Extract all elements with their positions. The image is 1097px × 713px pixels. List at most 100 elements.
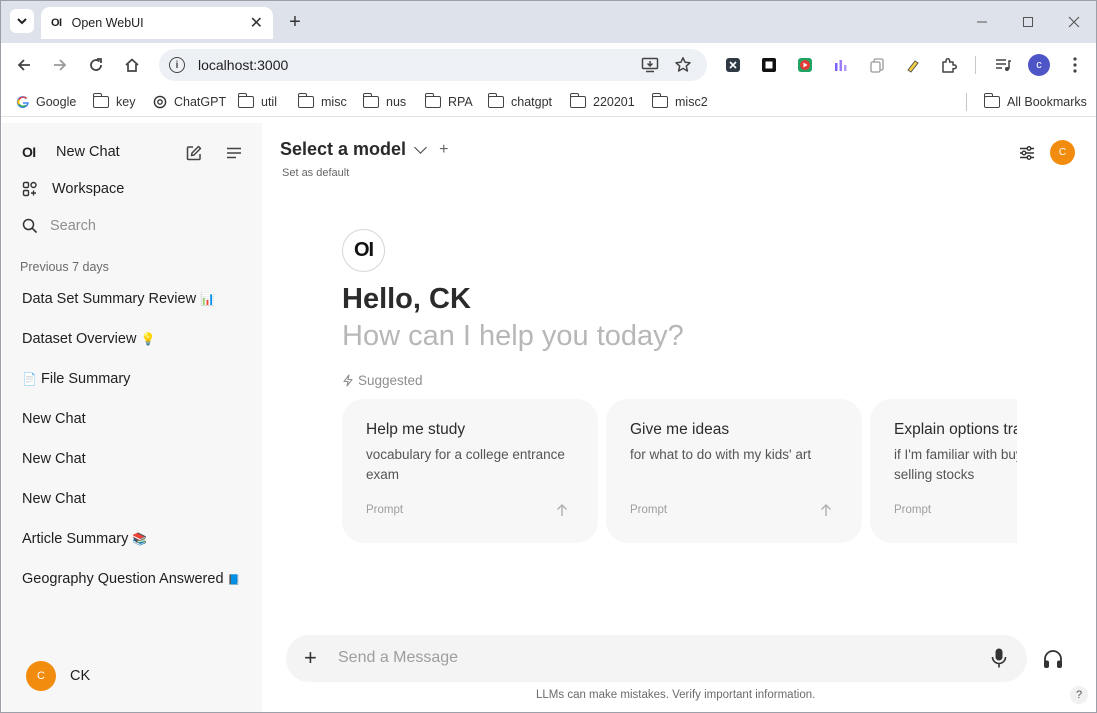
model-selector[interactable]: Select a model + xyxy=(280,139,448,160)
search-input[interactable]: Search xyxy=(22,218,96,234)
minimize-button[interactable] xyxy=(971,11,993,33)
bookmark-label: RPA xyxy=(448,95,473,109)
puzzle-extensions-icon[interactable] xyxy=(940,56,958,74)
headphones-icon[interactable] xyxy=(1042,648,1064,670)
new-tab-button[interactable]: + xyxy=(285,9,305,35)
tab-search-button[interactable] xyxy=(10,9,34,33)
folder-icon xyxy=(983,93,1000,108)
bookmark-folder-nus[interactable]: nus xyxy=(362,93,406,110)
maximize-button[interactable] xyxy=(1017,11,1039,33)
help-button[interactable]: ? xyxy=(1070,686,1088,704)
chat-item-article-summary[interactable]: Article Summary 📚 xyxy=(22,531,147,547)
message-input[interactable]: Send a Message xyxy=(338,649,458,667)
bookmark-chatgpt[interactable]: ChatGPT xyxy=(153,94,226,110)
x-extension-icon[interactable] xyxy=(724,56,742,74)
close-window-button[interactable] xyxy=(1063,11,1085,33)
section-label-previous-7-days: Previous 7 days xyxy=(20,260,109,274)
folder-icon xyxy=(297,93,314,108)
chat-item-new-chat[interactable]: New Chat xyxy=(22,411,86,427)
reload-button[interactable] xyxy=(84,53,108,77)
user-name: CK xyxy=(70,668,91,684)
card-footer-prompt: Prompt xyxy=(894,504,932,516)
forward-button[interactable] xyxy=(48,53,72,77)
chat-item-geography-question-answered[interactable]: Geography Question Answered 📘 xyxy=(22,571,240,587)
tab-close-icon[interactable]: ✕ xyxy=(250,13,263,33)
arrow-right-icon xyxy=(54,59,67,71)
back-button[interactable] xyxy=(12,53,36,77)
bookmark-label: 220201 xyxy=(593,95,635,109)
bookmark-google[interactable]: Google xyxy=(16,94,76,110)
url-text[interactable]: localhost:3000 xyxy=(198,57,288,73)
chat-item-new-chat[interactable]: New Chat xyxy=(22,451,86,467)
suggestion-card-help-me-study[interactable]: Help me study vocabulary for a college e… xyxy=(342,399,598,543)
card-description: vocabulary for a college entrance exam xyxy=(366,447,565,482)
folder-icon xyxy=(569,93,586,108)
highlighter-extension-icon[interactable] xyxy=(904,56,922,74)
book-emoji-icon: 📘 xyxy=(227,575,240,586)
profile-avatar[interactable]: c xyxy=(1028,54,1050,76)
home-button[interactable] xyxy=(120,53,144,77)
video-extension-icon[interactable] xyxy=(796,56,814,74)
user-menu-button[interactable]: C CK xyxy=(26,661,90,691)
chat-item-dataset-overview[interactable]: Dataset Overview 💡 xyxy=(22,331,155,347)
bookmark-folder-misc2[interactable]: misc2 xyxy=(651,93,708,110)
bookmark-label: key xyxy=(116,95,136,109)
suggestion-card-explain-options-trading[interactable]: Explain options trading if I'm familiar … xyxy=(870,399,1017,543)
bookmark-folder-key[interactable]: key xyxy=(92,93,136,110)
card-title: Help me study xyxy=(366,421,466,438)
bookmark-folder-rpa[interactable]: RPA xyxy=(424,93,473,110)
card-description: if I'm familiar with buying and selling … xyxy=(894,447,1017,482)
sidebar-item-workspace[interactable]: Workspace xyxy=(22,181,124,197)
install-app-icon[interactable] xyxy=(641,56,659,74)
chat-item-file-summary[interactable]: 📄 File Summary xyxy=(22,371,130,387)
bookmark-folder-misc[interactable]: misc xyxy=(297,93,347,110)
chevron-down-icon xyxy=(414,140,427,154)
lightbulb-emoji-icon: 💡 xyxy=(140,332,156,346)
copy-extension-icon[interactable] xyxy=(868,56,886,74)
chat-item-data-set-summary-review[interactable]: Data Set Summary Review 📊 xyxy=(22,291,215,307)
compose-icon[interactable] xyxy=(183,142,205,164)
sidebar-menu-icon[interactable] xyxy=(223,142,245,164)
document-emoji-icon: 📄 xyxy=(22,372,37,386)
browser-tab[interactable]: OI Open WebUI ✕ xyxy=(41,7,273,39)
workspace-icon xyxy=(22,181,37,197)
bookmark-label: misc2 xyxy=(675,95,708,109)
new-chat-button[interactable]: OI New Chat xyxy=(22,144,120,160)
main-panel: Select a model + Set as default C OI Hel… xyxy=(262,123,1096,712)
bookmark-label: ChatGPT xyxy=(174,95,227,109)
bookmark-label: Google xyxy=(36,95,77,109)
square-extension-icon[interactable] xyxy=(760,56,778,74)
card-description: for what to do with my kids' art xyxy=(630,447,812,462)
microphone-icon[interactable] xyxy=(990,647,1008,669)
media-controls-icon[interactable] xyxy=(994,56,1012,74)
attach-plus-icon[interactable]: + xyxy=(304,647,317,669)
address-bar[interactable]: i localhost:3000 xyxy=(159,49,707,81)
more-menu-icon[interactable] xyxy=(1066,56,1084,74)
header-avatar[interactable]: C xyxy=(1050,140,1075,165)
site-info-icon[interactable]: i xyxy=(169,57,185,73)
bookmark-folder-chatgpt[interactable]: chatgpt xyxy=(487,93,552,110)
bookmark-folder-util[interactable]: util xyxy=(237,93,277,110)
controls-icon[interactable] xyxy=(1017,143,1037,163)
chart-extension-icon[interactable] xyxy=(832,56,850,74)
all-bookmarks-label: All Bookmarks xyxy=(1007,95,1087,109)
suggestion-card-give-me-ideas[interactable]: Give me ideas for what to do with my kid… xyxy=(606,399,862,543)
chat-title: New Chat xyxy=(22,491,86,507)
set-as-default-link[interactable]: Set as default xyxy=(282,167,349,179)
bookmark-star-icon[interactable] xyxy=(674,56,692,74)
sidebar: OI New Chat Workspace Search Previous 7 … xyxy=(2,123,262,712)
all-bookmarks-button[interactable]: All Bookmarks xyxy=(983,93,1087,110)
openwebui-logo: OI xyxy=(342,229,385,272)
add-model-icon[interactable]: + xyxy=(439,141,448,159)
new-chat-label: New Chat xyxy=(56,144,120,160)
bookmark-folder-220201[interactable]: 220201 xyxy=(569,93,635,110)
folder-icon xyxy=(92,93,109,108)
chat-item-new-chat[interactable]: New Chat xyxy=(22,491,86,507)
suggested-text: Suggested xyxy=(358,373,423,388)
card-footer-prompt: Prompt xyxy=(366,504,404,516)
chevron-down-icon xyxy=(17,18,27,25)
avatar: C xyxy=(26,661,56,691)
chat-title: File Summary xyxy=(40,371,131,387)
home-icon xyxy=(125,58,139,72)
openwebui-logo: OI xyxy=(22,144,36,160)
